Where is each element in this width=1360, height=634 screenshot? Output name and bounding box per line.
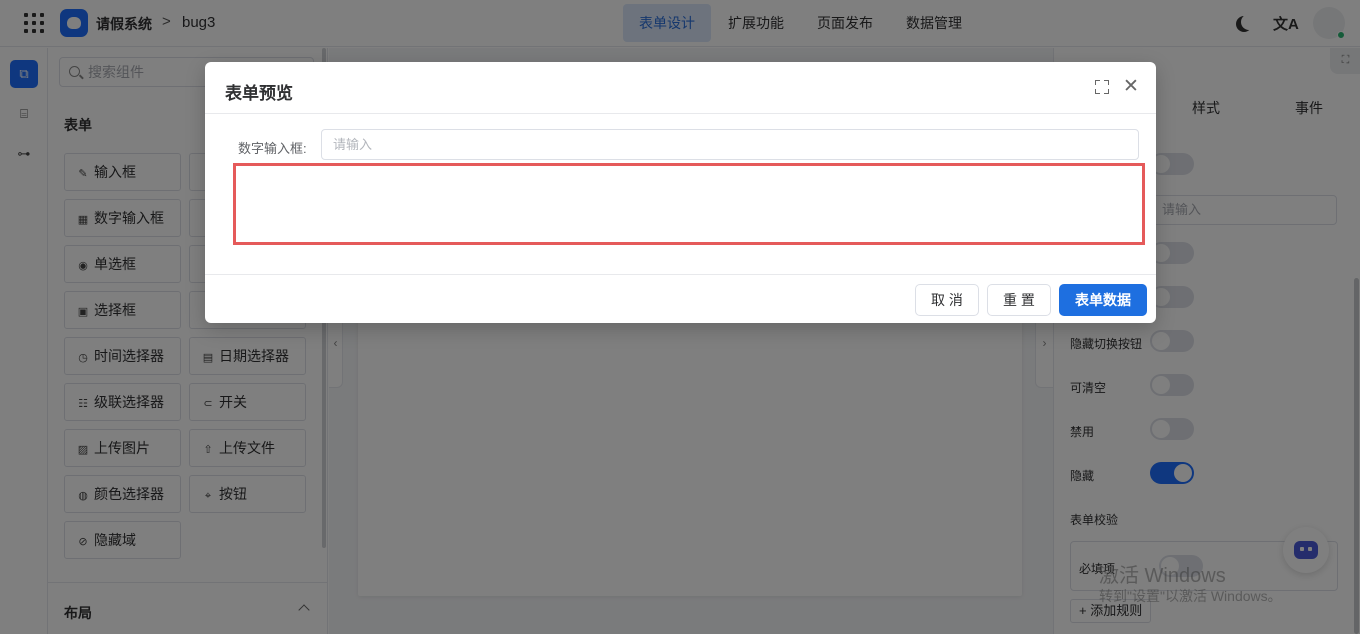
dialog-footer: 取 消 重 置 表单数据 xyxy=(205,274,1156,323)
dialog-title: 表单预览 xyxy=(225,84,293,103)
form-preview-dialog: 表单预览 ✕ 数字输入框: 请输入 取 消 重 置 表单数据 xyxy=(205,62,1156,323)
number-input-label: 数字输入框: xyxy=(238,141,307,156)
form-data-button[interactable]: 表单数据 xyxy=(1059,284,1147,316)
cancel-button[interactable]: 取 消 xyxy=(915,284,979,316)
number-input-field[interactable]: 请输入 xyxy=(321,129,1139,160)
fullscreen-icon[interactable] xyxy=(1095,80,1109,94)
highlight-annotation-box xyxy=(233,163,1145,245)
reset-button[interactable]: 重 置 xyxy=(987,284,1051,316)
dialog-header: 表单预览 ✕ xyxy=(205,62,1156,114)
close-icon[interactable]: ✕ xyxy=(1123,77,1139,96)
